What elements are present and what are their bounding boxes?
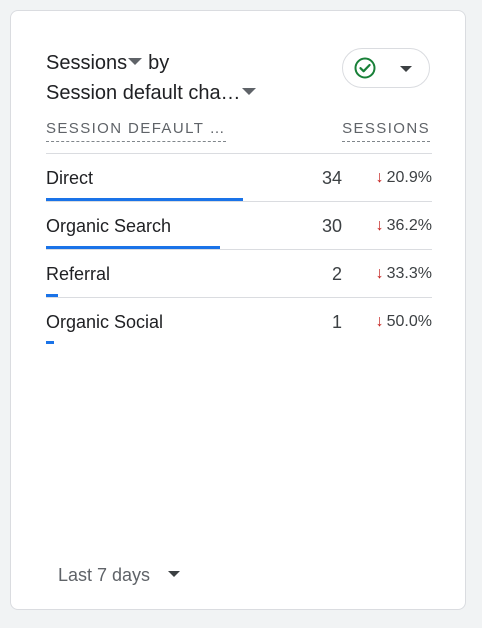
row-change-value: 20.9% [386, 169, 432, 186]
dimension-dropdown-icon[interactable] [241, 88, 256, 95]
card-title-line-1: Sessions by [46, 51, 169, 75]
sessions-card: Sessions by Session default cha… SESSION … [10, 10, 466, 610]
date-range-label: Last 7 days [58, 565, 151, 585]
row-change: ↓ 33.3% [376, 264, 432, 284]
row-label: Organic Search [46, 216, 172, 236]
title-by-text: by [148, 52, 170, 74]
row-share-bar [46, 246, 220, 249]
arrow-down-icon: ↓ [375, 265, 384, 282]
row-sessions-value: 2 [331, 264, 342, 284]
table-row-organic-social[interactable]: Organic Social 1 ↓ 50.0% [46, 298, 432, 346]
row-change-value: 50.0% [386, 313, 432, 330]
comparison-button[interactable] [342, 48, 430, 88]
dimension-column-header[interactable]: SESSION DEFAULT … [46, 119, 226, 142]
row-sessions-value: 34 [321, 168, 342, 188]
row-change: ↓ 20.9% [376, 168, 432, 188]
arrow-down-icon: ↓ [375, 217, 384, 234]
row-share-bar [46, 294, 58, 297]
comparison-dropdown-icon [400, 66, 412, 72]
date-range-dropdown-icon [168, 571, 181, 577]
table-row-direct[interactable]: Direct 34 ↓ 20.9% [46, 154, 432, 202]
arrow-down-icon: ↓ [375, 169, 384, 186]
row-label: Organic Social [46, 312, 164, 332]
table-row-referral[interactable]: Referral 2 ↓ 33.3% [46, 250, 432, 298]
row-change: ↓ 36.2% [376, 216, 432, 236]
card-title-line-2: Session default cha… [46, 81, 256, 105]
row-change-value: 36.2% [386, 217, 432, 234]
sessions-column-header[interactable]: SESSIONS [342, 119, 430, 142]
dimension-selector-label[interactable]: Session default cha… [46, 82, 241, 104]
row-change: ↓ 50.0% [376, 312, 432, 332]
row-label: Referral [46, 264, 111, 284]
row-label: Direct [46, 168, 94, 188]
arrow-down-icon: ↓ [375, 313, 384, 330]
metric-selector-label[interactable]: Sessions [46, 52, 127, 74]
row-sessions-value: 1 [331, 312, 342, 332]
check-circle-icon [354, 57, 376, 79]
date-range-selector[interactable]: Last 7 days [58, 564, 181, 586]
table-row-organic-search[interactable]: Organic Search 30 ↓ 36.2% [46, 202, 432, 250]
row-sessions-value: 30 [321, 216, 342, 236]
metric-dropdown-icon[interactable] [128, 58, 143, 65]
row-share-bar [46, 341, 54, 344]
row-change-value: 33.3% [386, 265, 432, 282]
row-share-bar [46, 198, 243, 201]
